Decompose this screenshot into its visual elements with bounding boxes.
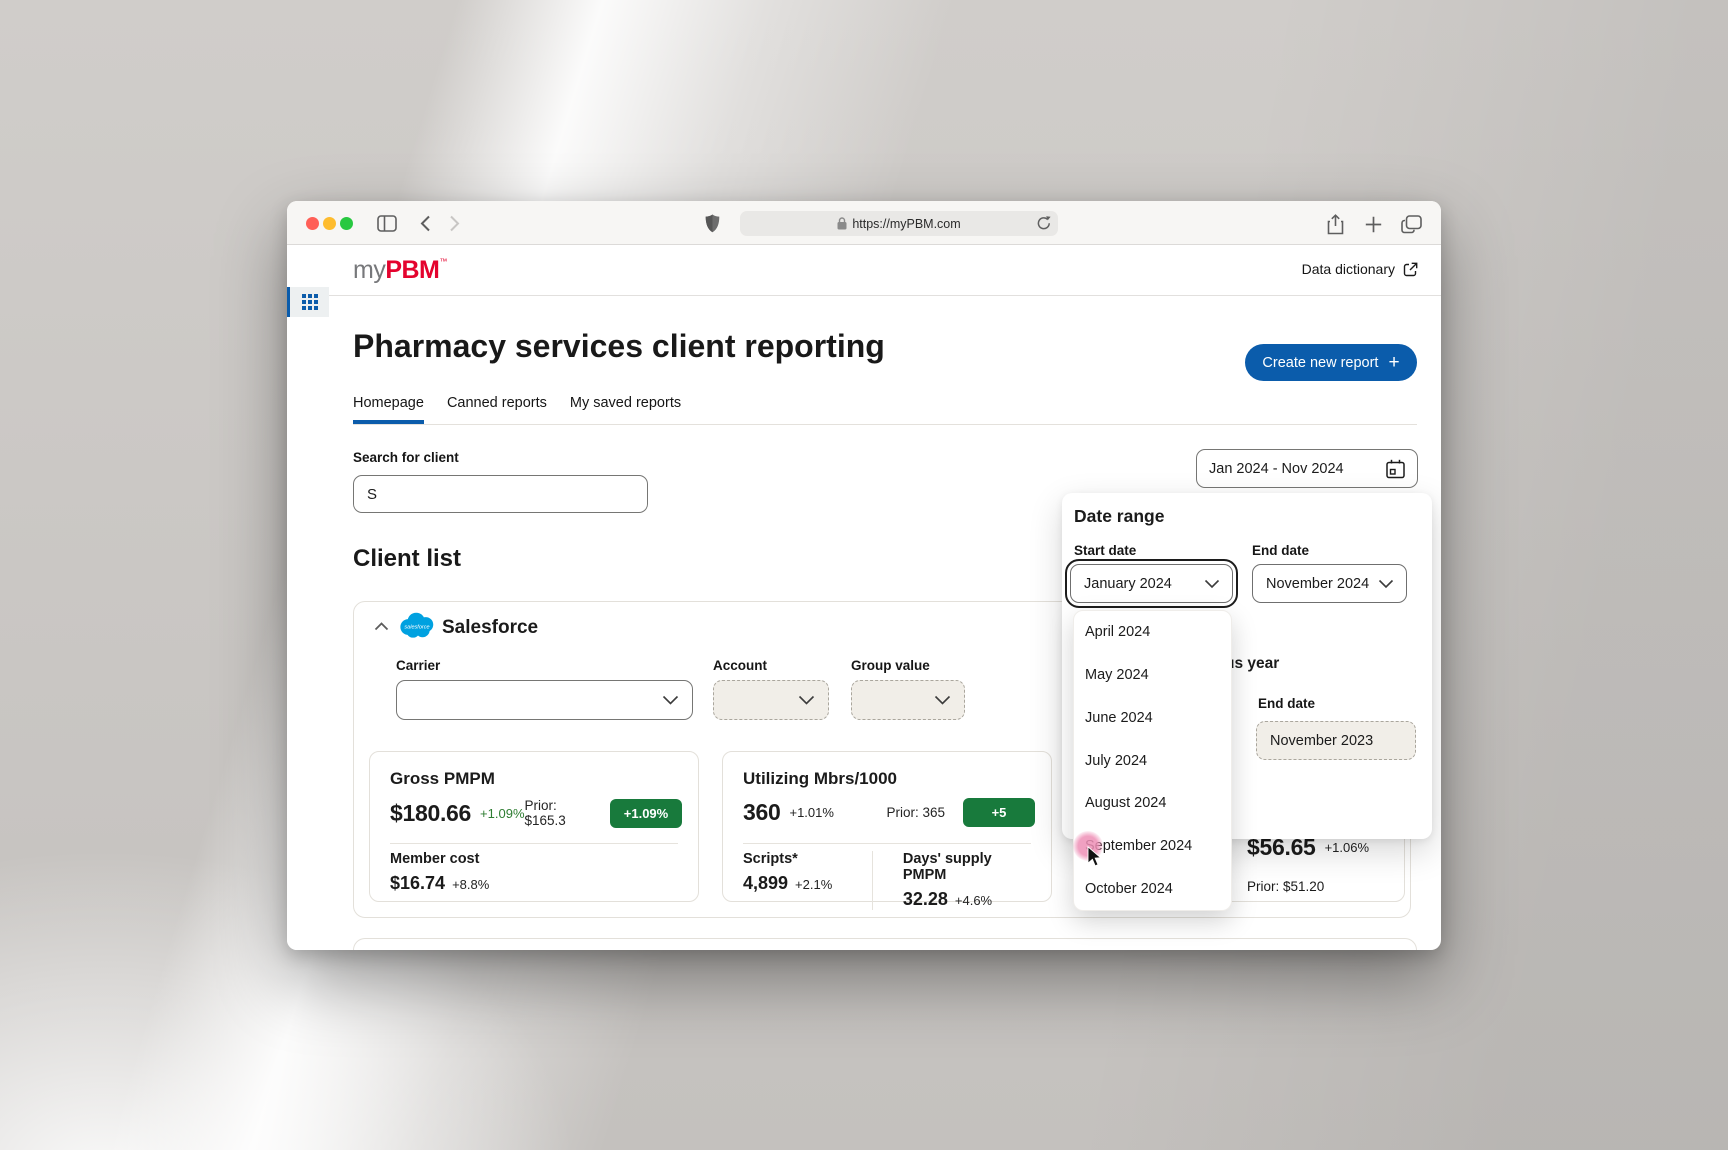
plus-icon: +	[1388, 352, 1400, 373]
page-title: Pharmacy services client reporting	[353, 328, 885, 364]
submetric-days-supply: Days' supply PMPM 32.28 +4.6%	[902, 851, 993, 909]
popup-title: Date range	[1074, 506, 1165, 526]
client-list-heading: Client list	[353, 545, 462, 572]
divider	[743, 843, 1031, 844]
data-dictionary-label: Data dictionary	[1301, 261, 1395, 277]
account-select	[713, 680, 829, 720]
metric-value: 360	[743, 799, 781, 825]
previous-year-label-fragment: us year	[1225, 655, 1280, 672]
end-date-label: End date	[1252, 543, 1310, 558]
start-date-label: Start date	[1074, 543, 1137, 558]
search-client-label: Search for client	[353, 450, 459, 465]
chevron-down-icon	[1204, 579, 1220, 589]
chevron-down-icon	[934, 695, 951, 705]
month-option-august[interactable]: August 2024	[1074, 782, 1231, 825]
carrier-label: Carrier	[396, 658, 441, 673]
mouse-cursor-icon	[1087, 846, 1102, 867]
month-option-july[interactable]: July 2024	[1074, 739, 1231, 782]
metric-title: Gross PMPM	[390, 769, 495, 788]
end-date-select[interactable]: November 2024	[1252, 564, 1407, 603]
change-badge: +1.09%	[610, 798, 682, 828]
metric-value: $180.66	[390, 799, 472, 826]
collapse-chevron-up-icon[interactable]	[374, 622, 389, 631]
metric-title: Utilizing Mbrs/1000	[743, 769, 897, 788]
metric-prior: Prior: $165.3	[524, 798, 566, 828]
next-client-card-peek[interactable]	[353, 938, 1417, 950]
reload-icon[interactable]	[1037, 215, 1051, 231]
client-name: Salesforce	[442, 617, 539, 638]
menu-icon[interactable]	[298, 257, 318, 273]
zoom-window-button[interactable]	[340, 217, 353, 230]
data-dictionary-link[interactable]: Data dictionary	[1302, 261, 1418, 277]
minimize-window-button[interactable]	[323, 217, 336, 230]
forward-icon[interactable]	[444, 213, 464, 233]
month-option-october[interactable]: October 2024	[1074, 867, 1231, 910]
tab-canned-reports[interactable]: Canned reports	[447, 395, 547, 424]
sidebar-toggle-icon[interactable]	[375, 213, 399, 233]
privacy-shield-icon[interactable]	[701, 212, 723, 234]
create-new-report-button[interactable]: Create new report +	[1245, 344, 1417, 381]
group-value-label: Group value	[851, 658, 930, 673]
sidebar-item-apps[interactable]	[287, 287, 329, 317]
close-window-button[interactable]	[306, 217, 319, 230]
create-new-report-label: Create new report	[1262, 354, 1379, 371]
end-date-value: November 2024	[1266, 575, 1370, 592]
new-tab-icon[interactable]	[1362, 213, 1384, 235]
chevron-down-icon	[1378, 579, 1394, 589]
browser-window: https://myPBM.com myPBM™ Data dictionary…	[287, 201, 1441, 950]
url-text: https://myPBM.com	[852, 216, 961, 231]
tab-my-saved-reports[interactable]: My saved reports	[570, 395, 681, 424]
search-client-input[interactable]	[353, 475, 648, 513]
previous-end-date-label: End date	[1258, 696, 1316, 711]
metric-card-gross-pmpm: Gross PMPM $180.66 +1.09% Prior: $165.3 …	[369, 751, 699, 902]
start-date-value: January 2024	[1084, 575, 1172, 592]
start-date-select[interactable]: January 2024	[1065, 559, 1238, 608]
lock-icon	[837, 217, 847, 230]
chevron-down-icon	[662, 695, 679, 705]
month-option-june[interactable]: June 2024	[1074, 696, 1231, 739]
desktop-background: https://myPBM.com myPBM™ Data dictionary…	[0, 0, 1728, 1150]
month-option-april[interactable]: April 2024	[1074, 611, 1231, 654]
submetric-member-cost: Member cost $16.74 +8.8%	[390, 851, 490, 893]
tab-homepage[interactable]: Homepage	[353, 395, 424, 424]
change-badge: +5	[963, 798, 1035, 827]
metric-prior: Prior: 365	[886, 805, 945, 820]
tab-overview-icon[interactable]	[1399, 213, 1423, 235]
group-value-select	[851, 680, 965, 720]
date-range-field[interactable]: Jan 2024 - Nov 2024	[1196, 449, 1418, 488]
app-sidebar	[287, 245, 329, 950]
metric-delta: +1.01%	[789, 805, 834, 820]
report-tabs: Homepage Canned reports My saved reports	[353, 395, 1417, 425]
carrier-select[interactable]	[396, 680, 693, 720]
address-bar[interactable]: https://myPBM.com	[740, 211, 1058, 236]
back-icon[interactable]	[415, 213, 435, 233]
date-range-value: Jan 2024 - Nov 2024	[1209, 460, 1344, 477]
metric-prior: Prior: $51.20	[1247, 879, 1325, 894]
browser-toolbar: https://myPBM.com	[287, 201, 1441, 245]
metric-delta: +1.06%	[1324, 840, 1370, 855]
previous-end-date-field: November 2023	[1256, 721, 1416, 760]
divider	[390, 843, 678, 844]
month-option-may[interactable]: May 2024	[1074, 654, 1231, 697]
salesforce-logo-icon: salesforce	[398, 611, 436, 639]
calendar-icon	[1386, 459, 1405, 479]
metric-card-utilizing-mbrs: Utilizing Mbrs/1000 360 +1.01% Prior: 36…	[722, 751, 1052, 910]
mypbm-logo: myPBM™	[353, 256, 447, 284]
account-label: Account	[713, 658, 767, 673]
app-header: myPBM™ Data dictionary	[329, 245, 1441, 296]
svg-text:salesforce: salesforce	[404, 625, 429, 631]
share-icon[interactable]	[1324, 212, 1346, 236]
metric-delta: +1.09%	[480, 805, 525, 821]
submetric-scripts: Scripts* 4,899 +2.1%	[743, 851, 873, 910]
chevron-down-icon	[798, 695, 815, 705]
grid-icon	[301, 294, 318, 310]
external-link-icon	[1403, 262, 1418, 277]
